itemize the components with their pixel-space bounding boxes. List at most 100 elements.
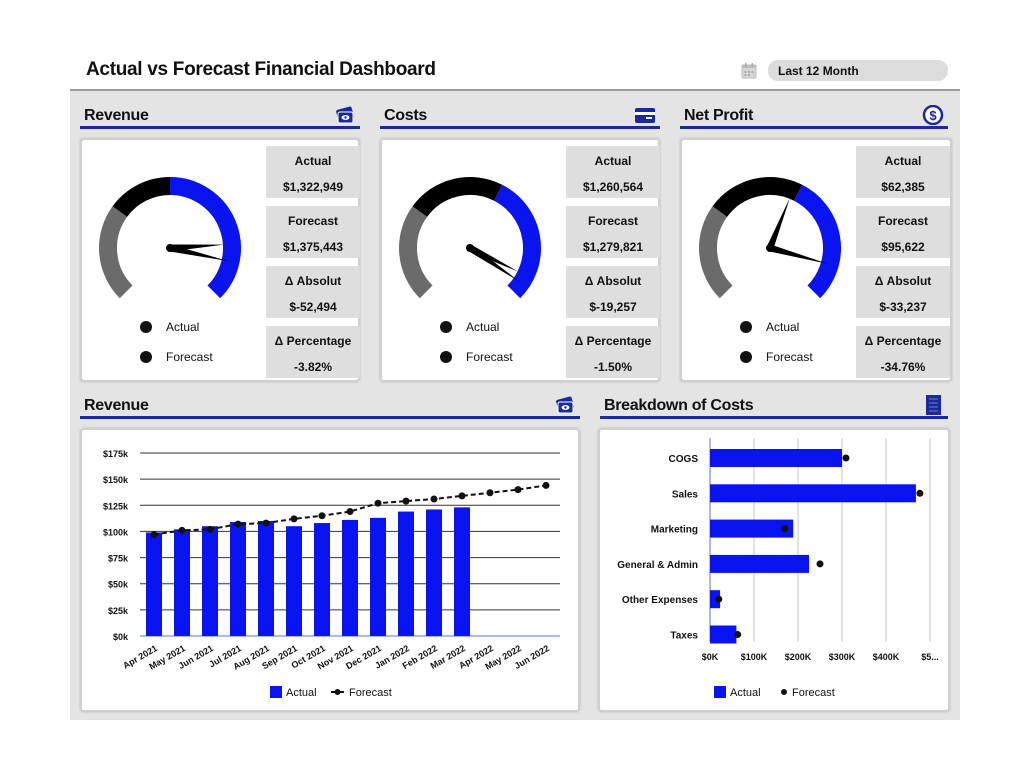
revenue-chart-header: Revenue — [80, 393, 580, 419]
legend-actual: Actual — [166, 320, 200, 334]
money-icon — [336, 106, 354, 124]
revenue-chart: $0k$25k$50k$75k$100k$125k$150k$175kApr 2… — [103, 449, 560, 699]
x-tick-label: $100K — [741, 652, 768, 662]
legend-actual-swatch — [714, 686, 726, 698]
kpi-value: -34.76% — [880, 360, 926, 374]
gauge-chart — [399, 177, 541, 299]
needle-hub — [166, 244, 174, 252]
section-title: Net Profit — [684, 107, 754, 124]
y-tick-label: $100k — [103, 527, 129, 537]
kpi-value: -1.50% — [593, 360, 633, 374]
gauge-band-mid — [412, 177, 503, 218]
kpi-value: $-52,494 — [289, 300, 337, 314]
kpi-value: $62,385 — [881, 180, 925, 194]
gauge-band-low — [399, 206, 433, 299]
legend-forecast: Forecast — [766, 350, 813, 364]
x-tick-label: $400K — [873, 652, 900, 662]
legend-actual-swatch — [270, 686, 282, 698]
y-category-label: Sales — [672, 489, 699, 500]
forecast-point — [178, 526, 186, 534]
kpi-label: Δ Percentage — [864, 334, 942, 348]
breakdown-header: Breakdown of Costs — [600, 393, 948, 419]
kpi-forecast: Forecast $1,375,443 — [266, 206, 360, 258]
forecast-point — [374, 499, 382, 507]
kpi-label: Actual — [294, 154, 332, 168]
legend-actual-dot — [440, 321, 452, 333]
bar-actual — [342, 519, 358, 636]
gauge-card: Actual $62,385 Forecast $95,622 Δ Absolu… — [680, 138, 952, 382]
legend-actual-dot — [740, 321, 752, 333]
bar-actual — [710, 484, 916, 503]
kpi-actual: Actual $1,322,949 — [266, 146, 360, 198]
actual-needle — [766, 197, 790, 250]
forecast-point — [542, 481, 550, 489]
y-tick-label: $175k — [103, 449, 129, 459]
bar-actual — [710, 449, 842, 467]
legend-forecast-dot — [740, 351, 752, 363]
page-title: Actual vs Forecast Financial Dashboard — [86, 59, 436, 80]
bar-actual — [710, 625, 737, 644]
list-icon — [926, 395, 941, 415]
svg-text:$: $ — [929, 108, 937, 123]
bar-actual — [398, 511, 414, 636]
y-category-label: COGS — [669, 454, 699, 465]
kpi-value: $-33,237 — [879, 300, 927, 314]
y-category-label: Other Expenses — [622, 595, 699, 606]
legend-actual-dot — [140, 321, 152, 333]
bar-actual — [314, 523, 330, 636]
forecast-point — [402, 497, 410, 505]
kpi-value: $95,622 — [881, 240, 925, 254]
bar-actual — [174, 529, 190, 636]
credit-card-icon — [635, 108, 655, 123]
kpi-label: Forecast — [287, 214, 339, 228]
revenue-chart-card: $0k $25k $50k $75k $100k $125k $150k $175k Apr 2… — [80, 428, 580, 712]
gauge-card: Actual $1,322,949 Forecast $1,375,443 Δ … — [80, 138, 360, 382]
header-bar: Actual vs Forecast Financial Dashboard L… — [70, 50, 960, 91]
legend-forecast-label: Forecast — [792, 687, 835, 699]
gauge-band-low — [699, 206, 733, 299]
revenue-gauge-header: Revenue — [80, 103, 360, 129]
kpi-actual: Actual $62,385 — [856, 146, 950, 198]
kpi-label: Δ Absolut — [874, 274, 932, 288]
forecast-point — [458, 492, 466, 500]
forecast-point — [318, 512, 326, 520]
date-range-select[interactable]: Last 12 Month — [768, 60, 948, 81]
kpi-abs: Δ Absolut $-19,257 — [566, 266, 660, 318]
bar-actual — [454, 507, 470, 636]
y-tick-label: $50k — [108, 580, 129, 590]
y-category-label: General & Admin — [617, 560, 698, 571]
legend-actual-label: Actual — [286, 687, 317, 699]
kpi-pct: Δ Percentage -1.50% — [566, 326, 660, 378]
costs-gauge-header: Costs — [380, 103, 660, 129]
kpi-pct: Δ Percentage -34.76% — [856, 326, 950, 378]
forecast-point — [842, 454, 850, 462]
kpi-actual: Actual $1,260,564 — [566, 146, 660, 198]
calendar-icon — [741, 63, 757, 79]
forecast-point — [346, 508, 354, 516]
kpi-forecast: Forecast $95,622 — [856, 206, 950, 258]
y-category-label: Marketing — [651, 525, 698, 536]
x-tick-label: $200K — [785, 652, 812, 662]
legend-forecast-marker — [334, 689, 341, 695]
x-tick-label: $0K — [702, 652, 719, 662]
x-tick-label: $300K — [829, 652, 856, 662]
forecast-point — [150, 531, 158, 539]
legend-forecast: Forecast — [466, 350, 513, 364]
legend-actual: Actual — [466, 320, 500, 334]
kpi-label: Δ Absolut — [584, 274, 642, 288]
kpi-label: Δ Percentage — [274, 334, 352, 348]
bar-actual — [258, 520, 274, 636]
section-title: Revenue — [84, 107, 149, 124]
bar-actual — [230, 522, 246, 636]
gauge-band-high — [493, 184, 541, 299]
forecast-point — [816, 560, 824, 568]
bar-actual — [710, 554, 809, 573]
forecast-point — [916, 489, 924, 497]
bar-actual — [286, 526, 302, 636]
forecast-point — [430, 495, 438, 503]
forecast-point — [290, 515, 298, 523]
forecast-point — [206, 525, 214, 533]
forecast-point — [234, 520, 242, 528]
y-tick-label: $0k — [113, 632, 129, 642]
gauge-band-low — [99, 206, 133, 299]
